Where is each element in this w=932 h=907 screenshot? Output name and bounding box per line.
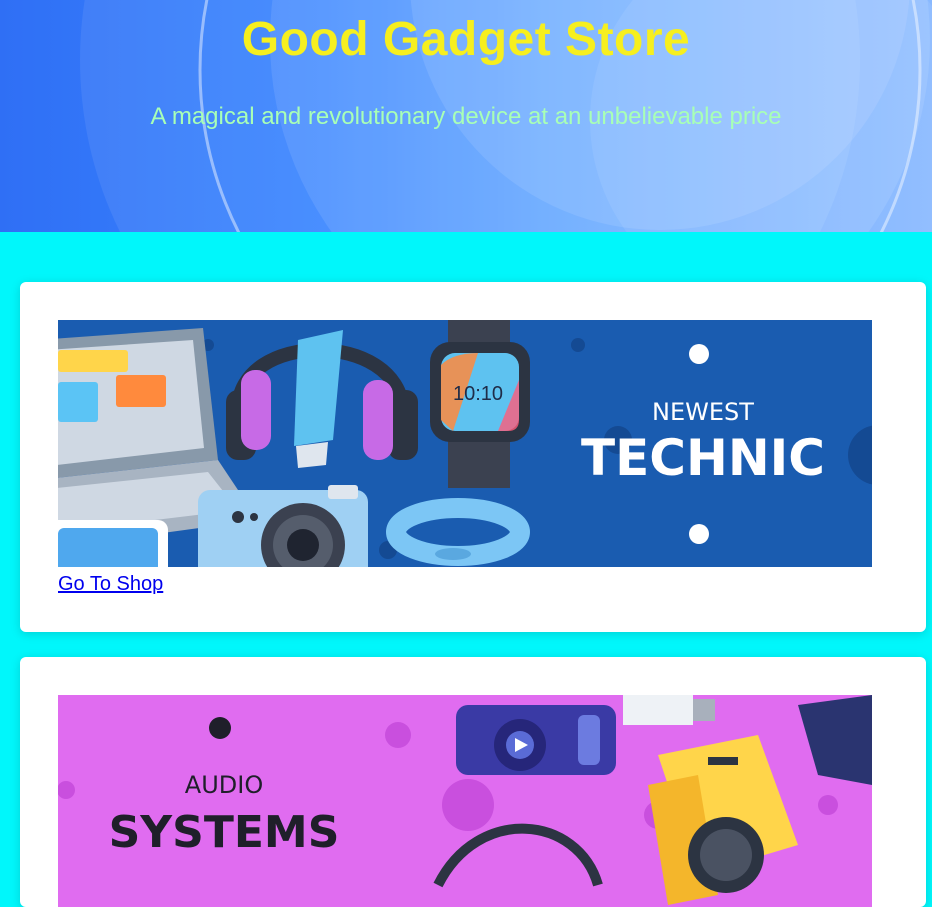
watch-time-text: 10:10: [453, 383, 503, 405]
store-title: Good Gadget Store: [241, 13, 691, 66]
hero-header: Good Gadget Store A magical and revoluti…: [0, 0, 932, 232]
product-card-technic: 10:10 NEWEST TECHNIC Go To Shop: [20, 282, 926, 632]
store-subtitle: A magical and revolutionary device at an…: [150, 103, 782, 130]
go-to-shop-link[interactable]: Go To Shop: [58, 573, 163, 596]
technic-banner-line2: TECHNIC: [581, 429, 825, 487]
technic-banner-image: 10:10 NEWEST TECHNIC: [58, 320, 872, 567]
camera-icon: [198, 485, 368, 567]
audio-banner-line1: AUDIO: [185, 771, 263, 799]
music-player-icon: [456, 705, 616, 775]
usb-charger-icon: [623, 695, 715, 725]
audio-banner-line2: SYSTEMS: [109, 807, 340, 858]
product-card-audio: AUDIO SYSTEMS: [20, 657, 926, 907]
audio-banner-image: AUDIO SYSTEMS: [58, 695, 872, 907]
phone-icon: [58, 520, 168, 567]
technic-banner-line1: NEWEST: [652, 398, 754, 426]
